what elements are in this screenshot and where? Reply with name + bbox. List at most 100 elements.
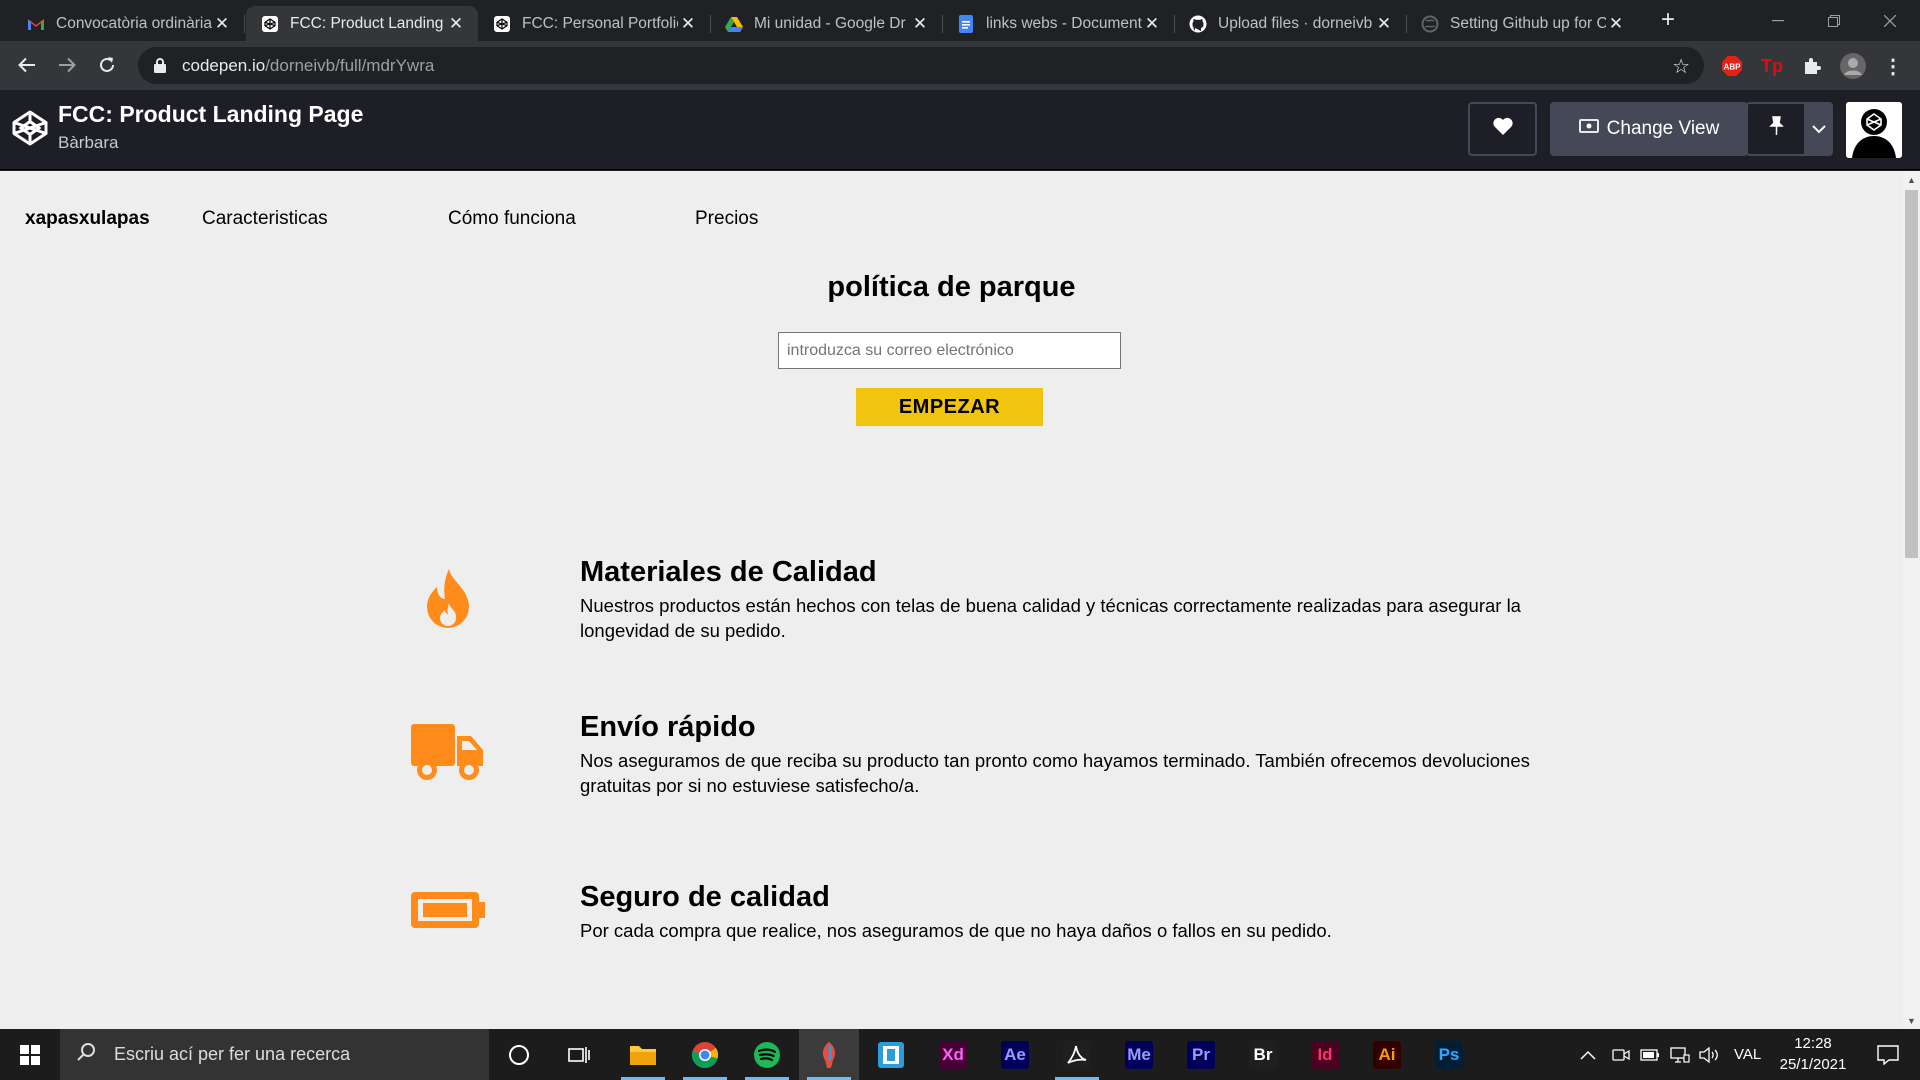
meet-now-icon[interactable] xyxy=(1612,1029,1630,1080)
bookmark-star-icon[interactable]: ☆ xyxy=(1672,54,1690,79)
google-drive-icon xyxy=(724,14,744,34)
media-encoder-icon[interactable]: Me xyxy=(1109,1029,1169,1080)
user-avatar[interactable] xyxy=(1846,102,1902,158)
close-window-button[interactable] xyxy=(1862,0,1918,41)
url-host: codepen.io xyxy=(182,55,266,75)
google-docs-icon xyxy=(956,14,976,34)
photoshop-icon[interactable]: Ps xyxy=(1419,1029,1479,1080)
codepen-header: FCC: Product Landing Page Bàrbara Change… xyxy=(0,90,1920,170)
pin-icon xyxy=(1767,116,1785,142)
nav-link-caracteristicas[interactable]: Caracteristicas xyxy=(202,208,328,230)
search-placeholder: Escriu ací per fer una recerca xyxy=(114,1044,351,1064)
scrollbar-thumb[interactable] xyxy=(1905,190,1918,558)
url-text: codepen.io/dorneivb/full/mdrYwra xyxy=(182,56,434,76)
volume-icon[interactable] xyxy=(1699,1029,1719,1080)
view-icon xyxy=(1578,118,1599,140)
profile-avatar-icon[interactable] xyxy=(1838,51,1868,81)
tab-close-icon[interactable]: ✕ xyxy=(1142,14,1162,34)
bridge-label: Br xyxy=(1249,1040,1277,1069)
illustrator-label: Ai xyxy=(1373,1040,1401,1069)
tab-close-icon[interactable]: ✕ xyxy=(1374,14,1394,34)
spotify-icon[interactable] xyxy=(737,1029,797,1080)
tab-gmail[interactable]: Convocatòria ordinària ✕ xyxy=(12,6,245,41)
windows-start-button[interactable] xyxy=(0,1029,60,1080)
tab-title: Setting Github up for C xyxy=(1450,14,1606,32)
teleparty-icon[interactable]: Tp xyxy=(1759,53,1785,79)
illustrator-icon[interactable]: Ai xyxy=(1357,1029,1417,1080)
indesign-label: Id xyxy=(1311,1040,1339,1069)
chrome-icon[interactable] xyxy=(675,1029,735,1080)
pin-dropdown-button[interactable] xyxy=(1805,102,1833,156)
back-button[interactable] xyxy=(11,49,43,81)
bridge-icon[interactable]: Br xyxy=(1233,1029,1293,1080)
cortana-icon[interactable] xyxy=(489,1029,549,1080)
tab-title: FCC: Product Landing P xyxy=(290,14,446,32)
indesign-icon[interactable]: Id xyxy=(1295,1029,1355,1080)
address-bar[interactable]: codepen.io/dorneivb/full/mdrYwra ☆ xyxy=(138,47,1704,84)
codepen-logo-icon[interactable] xyxy=(10,108,50,148)
pen-author[interactable]: Bàrbara xyxy=(58,133,118,153)
puzzle-extensions-icon[interactable] xyxy=(1799,53,1825,79)
gmail-icon xyxy=(26,14,46,34)
new-tab-button[interactable]: + xyxy=(1653,6,1683,36)
tab-github-upload[interactable]: Upload files · dorneivb ✕ xyxy=(1174,6,1407,41)
battery-status-icon[interactable] xyxy=(1640,1029,1660,1080)
forward-button[interactable] xyxy=(51,49,83,81)
adblock-plus-icon[interactable]: ABP xyxy=(1719,53,1745,79)
tab-title: Convocatòria ordinària xyxy=(56,14,212,32)
restore-button[interactable] xyxy=(1806,0,1862,41)
feature-description: Nos aseguramos de que reciba su producto… xyxy=(580,750,1530,796)
tab-title: Upload files · dorneivb xyxy=(1218,14,1373,32)
codepen-icon xyxy=(260,14,280,34)
feature-description: Por cada compra que realice, nos asegura… xyxy=(580,920,1332,941)
app-icon[interactable] xyxy=(799,1029,859,1080)
pen-title[interactable]: FCC: Product Landing Page xyxy=(58,101,363,128)
tab-google-drive[interactable]: Mi unidad - Google Dr ✕ xyxy=(710,6,943,41)
tab-personal-portfolio[interactable]: FCC: Personal Portfolio ✕ xyxy=(478,6,711,41)
scroll-down-icon[interactable]: ▼ xyxy=(1903,1013,1920,1029)
app-icon[interactable] xyxy=(861,1029,921,1080)
tab-close-icon[interactable]: ✕ xyxy=(446,14,466,34)
scroll-up-icon[interactable]: ▲ xyxy=(1903,172,1920,188)
tab-google-docs[interactable]: links webs - Document ✕ xyxy=(942,6,1175,41)
github-icon xyxy=(1188,14,1208,34)
premiere-icon[interactable]: Pr xyxy=(1171,1029,1231,1080)
adobe-xd-icon[interactable]: Xd xyxy=(923,1029,983,1080)
truck-icon xyxy=(408,713,488,793)
network-icon[interactable] xyxy=(1670,1029,1690,1080)
after-effects-icon[interactable]: Ae xyxy=(985,1029,1045,1080)
search-icon xyxy=(76,1042,96,1067)
premiere-label: Pr xyxy=(1187,1040,1215,1069)
change-view-button[interactable]: Change View xyxy=(1550,102,1748,156)
adblock-label: ABP xyxy=(1724,63,1742,72)
task-view-icon[interactable] xyxy=(549,1029,609,1080)
windows-taskbar: Escriu ací per fer una recerca Xd Ae Me … xyxy=(0,1029,1920,1080)
chrome-menu-icon[interactable]: ⋮ xyxy=(1880,53,1906,79)
brand-logo[interactable]: xapasxulapas xyxy=(25,208,150,230)
file-explorer-icon[interactable] xyxy=(613,1029,673,1080)
minimize-button[interactable] xyxy=(1750,0,1806,41)
chevron-down-icon xyxy=(1812,118,1826,140)
acrobat-icon[interactable] xyxy=(1047,1029,1107,1080)
system-clock[interactable]: 12:28 25/1/2021 xyxy=(1758,1033,1868,1075)
hero-title: política de parque xyxy=(827,271,1076,303)
tab-close-icon[interactable]: ✕ xyxy=(910,14,930,34)
show-hidden-icons-button[interactable] xyxy=(1580,1029,1596,1080)
lock-icon[interactable] xyxy=(154,58,168,74)
tab-close-icon[interactable]: ✕ xyxy=(678,14,698,34)
tab-product-landing[interactable]: FCC: Product Landing P ✕ xyxy=(246,6,478,41)
tab-setting-github[interactable]: Setting Github up for C ✕ xyxy=(1406,6,1638,41)
email-input[interactable] xyxy=(778,332,1121,369)
notifications-icon[interactable] xyxy=(1866,1029,1910,1080)
reload-button[interactable] xyxy=(91,49,123,81)
taskbar-search-box[interactable]: Escriu ací per fer una recerca xyxy=(60,1029,489,1080)
like-button[interactable] xyxy=(1468,102,1537,156)
feature-title: Seguro de calidad xyxy=(580,881,830,913)
pin-button[interactable] xyxy=(1746,102,1806,156)
tab-close-icon[interactable]: ✕ xyxy=(1606,14,1626,34)
tab-close-icon[interactable]: ✕ xyxy=(212,14,232,34)
change-view-label: Change View xyxy=(1606,118,1720,139)
nav-link-precios[interactable]: Precios xyxy=(695,208,758,230)
nav-link-como-funciona[interactable]: Cómo funciona xyxy=(448,208,576,230)
get-started-button[interactable]: EMPEZAR xyxy=(856,388,1043,426)
